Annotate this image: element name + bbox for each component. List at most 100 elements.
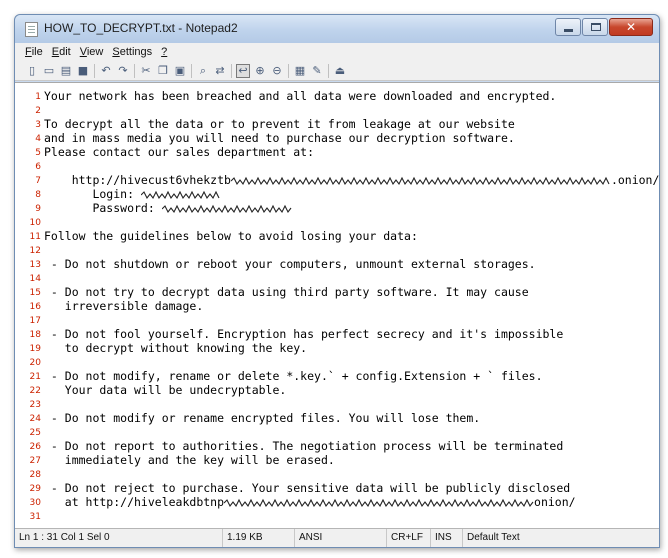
zoom-in-icon[interactable]: ⊕	[253, 64, 267, 78]
cut-icon[interactable]: ✂	[139, 64, 153, 78]
text-line[interactable]: 29 - Do not reject to purchase. Your sen…	[15, 481, 659, 495]
line-number: 31	[29, 512, 41, 522]
undo-icon[interactable]: ↶	[99, 64, 113, 78]
text-line[interactable]: 14	[15, 271, 659, 285]
text-line[interactable]: 17	[15, 313, 659, 327]
line-text: and in mass media you will need to purch…	[44, 131, 515, 145]
text-line[interactable]: 31	[15, 509, 659, 523]
text-line[interactable]: 18 - Do not fool yourself. Encryption ha…	[15, 327, 659, 341]
zoom-out-icon[interactable]: ⊖	[270, 64, 284, 78]
window-controls: ✕	[554, 18, 653, 36]
title-bar: HOW_TO_DECRYPT.txt - Notepad2 ✕	[15, 15, 659, 43]
line-text: - Do not modify, rename or delete *.key.…	[44, 369, 543, 383]
line-text: - Do not report to authorities. The nego…	[44, 439, 564, 453]
minimize-button[interactable]	[555, 18, 581, 36]
line-number: 6	[35, 162, 41, 172]
line-number: 11	[29, 232, 41, 242]
line-number: 4	[35, 134, 41, 144]
text-line[interactable]: 12	[15, 243, 659, 257]
toolbar-separator	[191, 63, 192, 78]
text-editor[interactable]: 1 Your network has been breached and all …	[15, 82, 659, 529]
line-number: 28	[29, 470, 41, 480]
word-wrap-icon[interactable]: ↩	[236, 63, 250, 78]
line-number: 5	[35, 148, 41, 158]
status-scheme[interactable]: Default Text	[463, 529, 583, 547]
text-line[interactable]: 21 - Do not modify, rename or delete *.k…	[15, 369, 659, 383]
save-icon[interactable]: ■	[76, 64, 90, 78]
menu-bar: File Edit View Settings?	[15, 43, 659, 61]
text-line[interactable]: 11 Follow the guidelines below to avoid l…	[15, 229, 659, 243]
find-icon[interactable]: ⌕	[196, 64, 210, 78]
menu-item-help[interactable]: ?	[161, 46, 167, 58]
line-text: at http://hiveleakdbtnp onion/	[44, 495, 576, 509]
text-line[interactable]: 16 irreversible damage.	[15, 299, 659, 313]
open-icon[interactable]: ▭	[42, 64, 56, 78]
status-ins: INS	[431, 529, 463, 547]
line-text: Follow the guidelines below to avoid los…	[44, 229, 418, 243]
text-line[interactable]: 9 Password:	[15, 201, 659, 215]
line-number: 7	[35, 176, 41, 186]
menu-item-file[interactable]: File	[25, 46, 43, 58]
menu-item-edit[interactable]: Edit	[52, 46, 71, 58]
toolbar: ▯ ▭ ▤ ■ ↶ ↷ ✂ ❐ ▣ ⌕ ⇄ ↩ ⊕ ⊖ ▦ ✎ ⏏	[15, 61, 659, 81]
text-line[interactable]: 19 to decrypt without knowing the key.	[15, 341, 659, 355]
menu-item-settings[interactable]: Settings	[112, 46, 152, 58]
menu-item-view[interactable]: View	[80, 46, 104, 58]
browse-icon[interactable]: ▤	[59, 64, 73, 78]
scheme-icon[interactable]: ▦	[293, 64, 307, 78]
text-line[interactable]: 7 http://hivecust6vhekztb .onion/	[15, 173, 659, 187]
status-eol[interactable]: CR+LF	[387, 529, 431, 547]
text-line[interactable]: 5 Please contact our sales department at:	[15, 145, 659, 159]
line-number: 10	[29, 218, 41, 228]
toolbar-separator	[231, 63, 232, 78]
text-line[interactable]: 25	[15, 425, 659, 439]
close-icon: ✕	[625, 20, 637, 34]
line-number: 25	[29, 428, 41, 438]
redaction-scribble	[230, 176, 610, 185]
line-text: To decrypt all the data or to prevent it…	[44, 117, 515, 131]
line-number: 24	[29, 414, 41, 424]
text-line[interactable]: 10	[15, 215, 659, 229]
line-number: 14	[29, 274, 41, 284]
new-file-icon[interactable]: ▯	[25, 64, 39, 78]
line-text: Please contact our sales department at:	[44, 145, 315, 159]
line-number: 30	[29, 498, 41, 508]
text-line[interactable]: 15 - Do not try to decrypt data using th…	[15, 285, 659, 299]
text-line[interactable]: 26 - Do not report to authorities. The n…	[15, 439, 659, 453]
maximize-button[interactable]	[582, 18, 608, 36]
text-line[interactable]: 4 and in mass media you will need to purc…	[15, 131, 659, 145]
text-line[interactable]: 6	[15, 159, 659, 173]
copy-icon[interactable]: ❐	[156, 64, 170, 78]
line-text: Login:	[44, 187, 221, 201]
text-line[interactable]: 20	[15, 355, 659, 369]
text-line[interactable]: 1 Your network has been breached and all …	[15, 89, 659, 103]
line-number: 17	[29, 316, 41, 326]
line-number: 29	[29, 484, 41, 494]
text-line[interactable]: 23	[15, 397, 659, 411]
text-line[interactable]: 22 Your data will be undecryptable.	[15, 383, 659, 397]
line-number: 13	[29, 260, 41, 270]
text-line[interactable]: 8 Login:	[15, 187, 659, 201]
line-number: 1	[35, 92, 41, 102]
text-line[interactable]: 13 - Do not shutdown or reboot your comp…	[15, 257, 659, 271]
customize-icon[interactable]: ✎	[310, 64, 324, 78]
text-line[interactable]: 30 at http://hiveleakdbtnp onion/	[15, 495, 659, 509]
paste-icon[interactable]: ▣	[173, 64, 187, 78]
text-line[interactable]: 2	[15, 103, 659, 117]
close-button[interactable]: ✕	[609, 18, 653, 36]
replace-icon[interactable]: ⇄	[213, 64, 227, 78]
text-line[interactable]: 24 - Do not modify or rename encrypted f…	[15, 411, 659, 425]
line-number: 20	[29, 358, 41, 368]
line-text: - Do not try to decrypt data using third…	[44, 285, 529, 299]
text-line[interactable]: 3 To decrypt all the data or to prevent i…	[15, 117, 659, 131]
line-text: irreversible damage.	[44, 299, 204, 313]
exit-icon[interactable]: ⏏	[333, 64, 347, 78]
line-number: 9	[35, 204, 41, 214]
text-line[interactable]: 27 immediately and the key will be erase…	[15, 453, 659, 467]
line-text: Your data will be undecryptable.	[44, 383, 287, 397]
redo-icon[interactable]: ↷	[116, 64, 130, 78]
line-text: - Do not fool yourself. Encryption has p…	[44, 327, 564, 341]
text-line[interactable]: 28	[15, 467, 659, 481]
status-encoding[interactable]: ANSI	[295, 529, 387, 547]
line-text: - Do not shutdown or reboot your compute…	[44, 257, 536, 271]
